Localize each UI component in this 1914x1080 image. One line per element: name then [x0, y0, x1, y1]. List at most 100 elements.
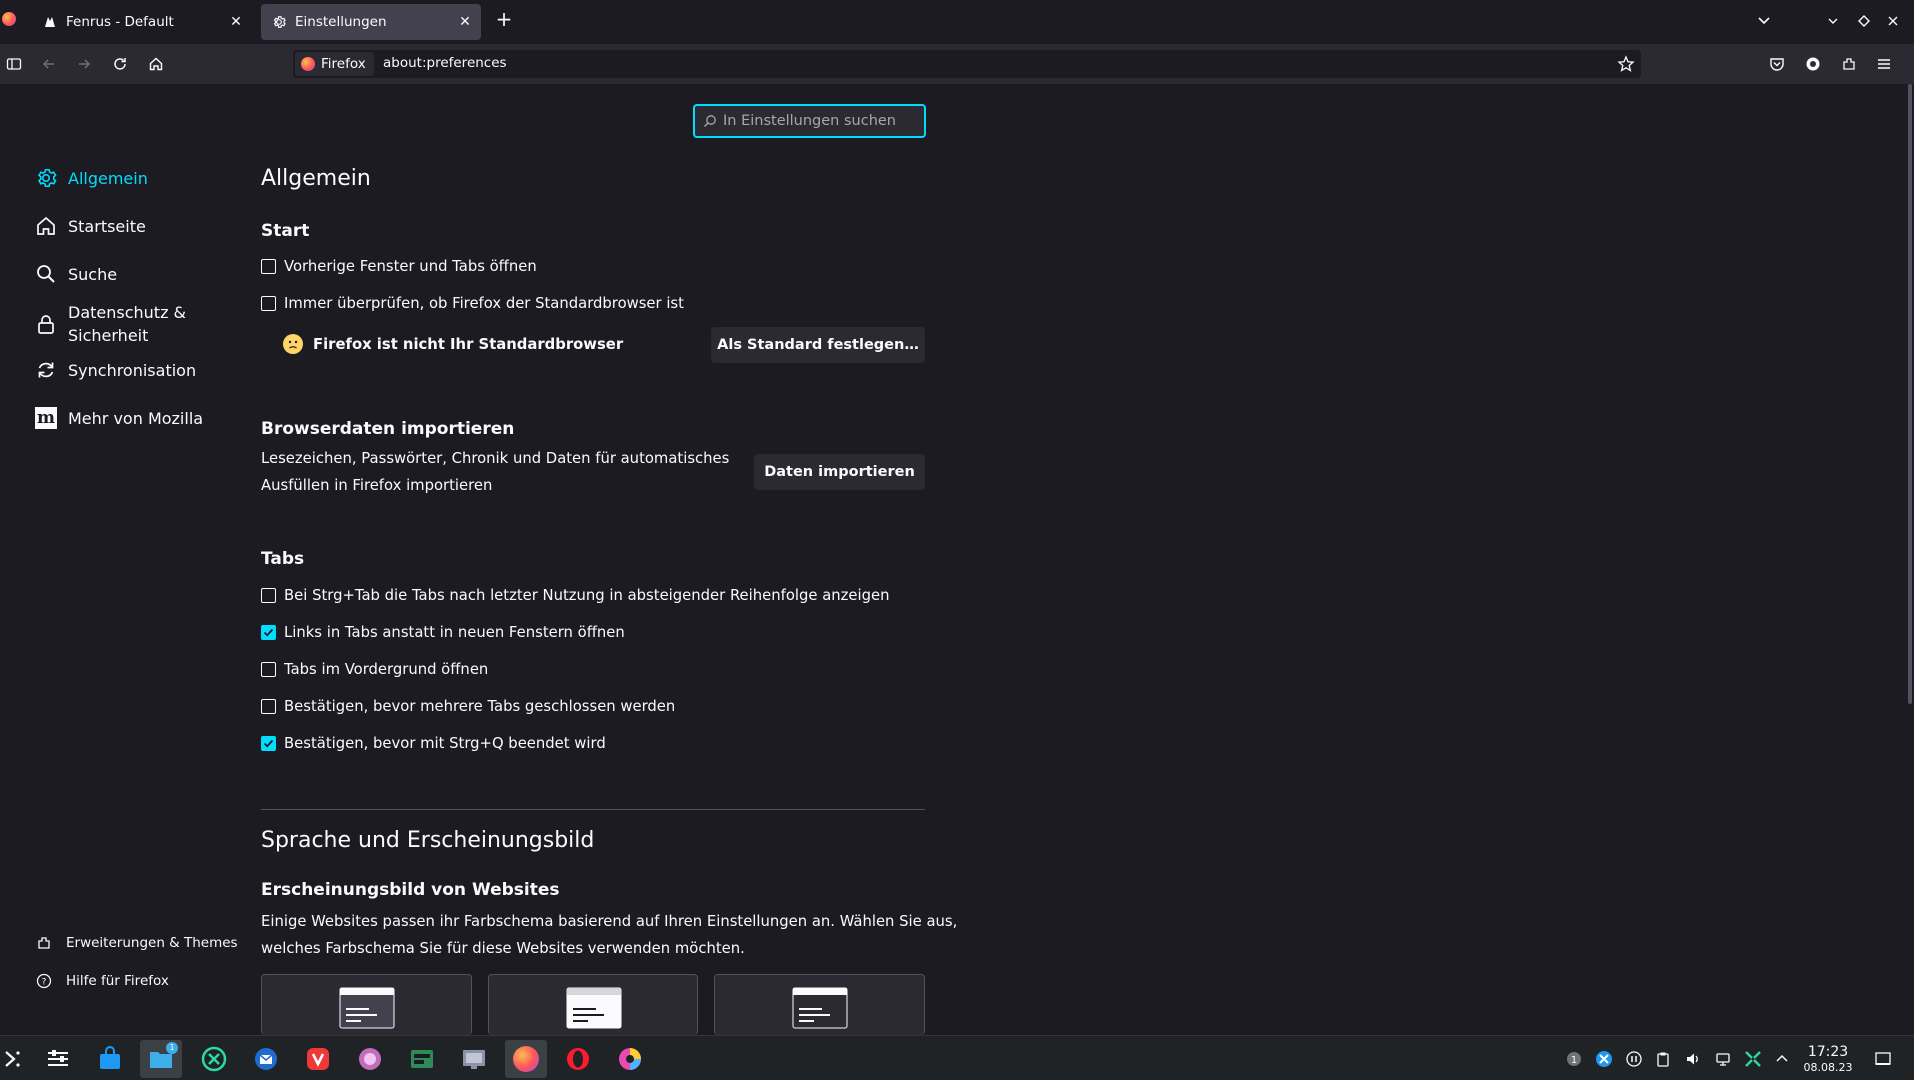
theme-card-light[interactable] — [488, 974, 698, 1035]
checkbox-box[interactable] — [261, 625, 276, 640]
set-default-button[interactable]: Als Standard festlegen… — [711, 327, 925, 363]
sidebar-item-more-mozilla[interactable]: m Mehr von Mozilla — [34, 406, 203, 430]
sidebar-item-search[interactable]: Suche — [34, 262, 117, 286]
expand-tray-chevron-icon[interactable] — [1772, 1049, 1792, 1069]
close-tab-icon[interactable]: ✕ — [228, 14, 244, 30]
maximize-window-icon[interactable] — [1857, 13, 1871, 27]
sidebar-item-sync[interactable]: Synchronisation — [34, 358, 196, 382]
media-pause-tray-icon[interactable] — [1624, 1049, 1644, 1069]
bookmark-star-icon[interactable] — [1617, 55, 1635, 73]
clock-time[interactable]: 17:23 — [1800, 1044, 1856, 1060]
checkbox-box[interactable] — [261, 588, 276, 603]
pocket-icon[interactable] — [1765, 52, 1789, 76]
discover-store-app-icon[interactable] — [89, 1040, 131, 1078]
checkbox-box[interactable] — [261, 259, 276, 274]
terminal-app-icon[interactable] — [401, 1040, 443, 1078]
network-tray-icon[interactable] — [1713, 1049, 1733, 1069]
clock-date[interactable]: 08.08.23 — [1800, 1061, 1856, 1074]
svg-text:?: ? — [42, 978, 47, 988]
svg-text:1: 1 — [1571, 1055, 1577, 1066]
sidebar-footer-addons[interactable]: Erweiterungen & Themes — [34, 933, 238, 953]
home-icon — [34, 214, 58, 238]
forward-button[interactable] — [72, 52, 96, 76]
checkbox-box[interactable] — [261, 699, 276, 714]
application-launcher-icon[interactable] — [0, 1040, 26, 1078]
checkbox-box[interactable] — [261, 662, 276, 677]
hamburger-menu-icon[interactable] — [1872, 52, 1896, 76]
checkbox-tabs-foreground[interactable]: Tabs im Vordergrund öffnen — [261, 661, 488, 678]
sidebar-toggle-icon[interactable] — [2, 52, 26, 76]
tab-bar: Fenrus - Default ✕ Einstellungen ✕ + — [0, 0, 1914, 44]
settings-search-box[interactable] — [693, 104, 926, 138]
sad-face-icon — [283, 334, 303, 354]
reload-button[interactable] — [108, 52, 132, 76]
checkbox-label: Bei Strg+Tab die Tabs nach letzter Nutzu… — [284, 587, 890, 604]
gear-icon — [271, 14, 287, 30]
checkbox-box[interactable] — [261, 296, 276, 311]
back-button[interactable] — [37, 52, 61, 76]
checkbox-warn-close-tabs[interactable]: Bestätigen, bevor mehrere Tabs geschloss… — [261, 698, 675, 715]
checkbox-links-in-tabs[interactable]: Links in Tabs anstatt in neuen Fenstern … — [261, 624, 625, 641]
close-tab-icon[interactable]: ✕ — [457, 14, 473, 30]
color-picker-app-icon[interactable] — [609, 1040, 651, 1078]
tab-fenrus[interactable]: Fenrus - Default ✕ — [32, 4, 252, 40]
sidebar-item-home[interactable]: Startseite — [34, 214, 146, 238]
import-description: Lesezeichen, Passwörter, Chronik und Dat… — [261, 445, 729, 499]
new-tab-button[interactable]: + — [494, 9, 514, 30]
settings-search-input[interactable] — [723, 112, 918, 130]
vivaldi-app-icon[interactable] — [297, 1040, 339, 1078]
thunderbird-app-icon[interactable] — [245, 1040, 287, 1078]
opera-app-icon[interactable] — [557, 1040, 599, 1078]
identity-box[interactable]: Firefox — [295, 52, 374, 76]
crossover-app-icon[interactable] — [193, 1040, 235, 1078]
volume-tray-icon[interactable] — [1683, 1049, 1703, 1069]
firefox-app-icon[interactable] — [505, 1040, 547, 1078]
close-window-icon[interactable] — [1886, 13, 1900, 27]
home-button[interactable] — [144, 52, 168, 76]
theme-card-dark[interactable] — [714, 974, 925, 1035]
page-title: Allgemein — [261, 166, 371, 191]
updates-tray-icon[interactable]: 1 — [1564, 1049, 1584, 1069]
system-settings-app-icon[interactable] — [37, 1040, 79, 1078]
sidebar-item-privacy[interactable]: Datenschutz & Sicherheit — [34, 301, 186, 347]
taskbar: 1 1 17:23 08.08.23 — [0, 1035, 1914, 1080]
default-status-text: Firefox ist nicht Ihr Standardbrowser — [313, 335, 624, 353]
theme-card-automatic[interactable] — [261, 974, 472, 1035]
file-manager-app-icon[interactable]: 1 — [140, 1040, 182, 1078]
show-desktop-icon[interactable] — [1873, 1049, 1893, 1069]
clipboard-tray-icon[interactable] — [1653, 1049, 1673, 1069]
screenshot-app-icon[interactable] — [453, 1040, 495, 1078]
firefox-logo-icon — [301, 57, 315, 71]
checkbox-warn-quit[interactable]: Bestätigen, bevor mit Strg+Q beendet wir… — [261, 735, 606, 752]
import-text-line: Ausfüllen in Firefox importieren — [261, 477, 493, 494]
sidebar-footer-help[interactable]: ? Hilfe für Firefox — [34, 971, 169, 991]
firefox-menu-icon[interactable] — [2, 12, 16, 26]
section-divider — [261, 809, 925, 810]
url-text[interactable]: about:preferences — [383, 55, 507, 71]
section-heading-tabs: Tabs — [261, 549, 305, 569]
minimize-window-icon[interactable] — [1826, 13, 1840, 27]
chat-app-icon[interactable] — [349, 1040, 391, 1078]
kdeconnect-tray-icon[interactable] — [1743, 1049, 1763, 1069]
sidebar-item-label: Startseite — [68, 216, 146, 236]
checkbox-label: Bestätigen, bevor mit Strg+Q beendet wir… — [284, 735, 606, 752]
url-bar[interactable]: Firefox about:preferences — [293, 50, 1641, 78]
lock-icon — [34, 312, 58, 336]
checkbox-check-default-browser[interactable]: Immer überprüfen, ob Firefox der Standar… — [261, 295, 684, 312]
extensions-icon[interactable] — [1837, 52, 1861, 76]
sidebar-item-label: Suche — [68, 264, 118, 284]
account-icon[interactable] — [1801, 52, 1825, 76]
list-all-tabs-icon[interactable] — [1756, 12, 1772, 28]
fenrus-icon — [42, 14, 58, 30]
identity-label: Firefox — [321, 56, 366, 72]
crossover-tray-icon[interactable] — [1594, 1049, 1614, 1069]
sidebar-item-label: Synchronisation — [68, 360, 197, 380]
import-data-button[interactable]: Daten importieren — [754, 454, 925, 490]
section-heading-import: Browserdaten importieren — [261, 419, 515, 439]
checkbox-box[interactable] — [261, 736, 276, 751]
checkbox-ctrl-tab-order[interactable]: Bei Strg+Tab die Tabs nach letzter Nutzu… — [261, 587, 890, 604]
checkbox-restore-session[interactable]: Vorherige Fenster und Tabs öffnen — [261, 258, 537, 275]
page-scrollbar[interactable] — [1908, 84, 1912, 704]
sidebar-item-general[interactable]: Allgemein — [34, 166, 148, 190]
tab-settings[interactable]: Einstellungen ✕ — [261, 4, 481, 40]
